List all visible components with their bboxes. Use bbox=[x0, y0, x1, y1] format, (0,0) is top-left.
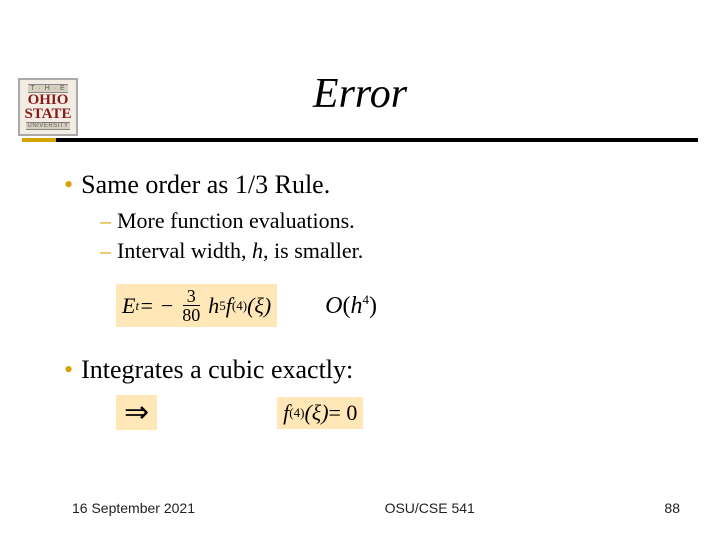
slide-title: Error bbox=[0, 70, 720, 118]
bullet-level1: •Same order as 1/3 Rule. bbox=[64, 170, 684, 200]
formula-row: Et = − 3 80 h5 f(4)(ξ) O(h4) bbox=[116, 284, 684, 327]
slide-content: •Same order as 1/3 Rule. –More function … bbox=[64, 164, 684, 430]
implies-symbol: ⇒ bbox=[116, 395, 157, 430]
bullet-dot-icon: • bbox=[64, 355, 81, 384]
bullet-level2: –Interval width, h, is smaller. bbox=[100, 238, 684, 264]
footer-page-number: 88 bbox=[664, 500, 680, 516]
implication-row: ⇒ f(4)(ξ)= 0 bbox=[116, 395, 684, 430]
bullet-dash-icon: – bbox=[100, 238, 117, 263]
bullet-dot-icon: • bbox=[64, 170, 81, 199]
order-notation: O(h4) bbox=[325, 292, 377, 320]
footer-date: 16 September 2021 bbox=[72, 500, 195, 516]
title-underline bbox=[22, 138, 698, 144]
slide-footer: 16 September 2021 OSU/CSE 541 88 bbox=[72, 500, 680, 516]
bullet-level2: –More function evaluations. bbox=[100, 208, 684, 234]
bullet-level1: •Integrates a cubic exactly: bbox=[64, 355, 684, 385]
fourth-derivative-zero: f(4)(ξ)= 0 bbox=[277, 397, 363, 429]
error-formula: Et = − 3 80 h5 f(4)(ξ) bbox=[116, 284, 277, 327]
bullet-dash-icon: – bbox=[100, 208, 117, 233]
logo-bottom-text: UNIVERSITY bbox=[26, 122, 69, 130]
footer-course: OSU/CSE 541 bbox=[385, 500, 475, 516]
